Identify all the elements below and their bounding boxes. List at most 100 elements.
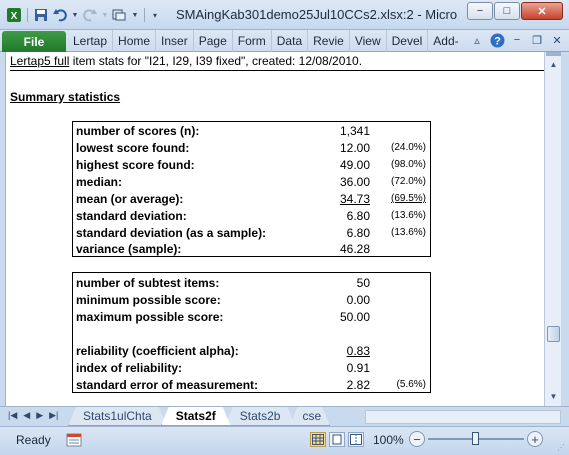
scroll-thumb[interactable] — [547, 326, 560, 342]
svg-text:X: X — [11, 11, 18, 22]
tab-developer[interactable]: Devel — [387, 30, 429, 52]
help-icon[interactable]: ? — [489, 32, 505, 48]
stat-row[interactable]: minimum possible score: 0.00 — [73, 292, 430, 309]
stat-row[interactable]: mean (or average): 34.73 (69.5%) — [73, 191, 430, 208]
prev-sheet-icon[interactable]: ◀ — [23, 410, 30, 421]
format-dropdown-icon[interactable]: ▼ — [131, 7, 139, 23]
format-icon[interactable] — [112, 7, 128, 23]
tab-add-ins[interactable]: Add-I — [428, 30, 458, 52]
undo-icon[interactable] — [52, 7, 68, 23]
sheet-tab-stats2b[interactable]: Stats2b — [225, 407, 296, 426]
stat-percent: (5.6%) — [396, 379, 426, 390]
stat-label: number of scores (n): — [76, 124, 200, 138]
stat-percent: (13.6%) — [390, 227, 426, 238]
stat-label: number of subtest items: — [76, 276, 220, 290]
zoom-out-button[interactable]: − — [409, 431, 425, 447]
window-controls: − □ ✕ — [467, 2, 563, 20]
stat-value: 12.00 — [339, 141, 370, 155]
split-handle[interactable] — [546, 52, 561, 56]
close-button[interactable]: ✕ — [521, 2, 563, 20]
stat-row[interactable]: index of reliability: 0.91 — [73, 360, 430, 377]
resize-grip-icon[interactable]: ⋰ — [557, 443, 567, 453]
scroll-down-icon[interactable]: ▼ — [546, 389, 561, 404]
sheet-tab-stats1ulchta[interactable]: Stats1ulChta — [68, 407, 167, 426]
stat-value: 36.00 — [339, 175, 370, 189]
last-sheet-icon[interactable]: ▶| — [49, 410, 58, 421]
workbook-minimize-icon[interactable]: − — [509, 32, 525, 48]
redo-icon[interactable] — [82, 7, 98, 23]
customize-qat-icon[interactable]: ▾ — [150, 7, 160, 23]
tab-page-layout[interactable]: Page — [194, 30, 233, 52]
summary-title: Summary statistics — [10, 90, 121, 104]
stat-percent: (13.6%) — [390, 210, 426, 221]
stat-row[interactable]: number of scores (n): 1,341 — [73, 123, 430, 140]
sheet-tab-stats2f[interactable]: Stats2f — [161, 407, 231, 426]
stat-value: 50.00 — [339, 310, 370, 324]
stat-row[interactable]: standard deviation (as a sample): 6.80 (… — [73, 225, 430, 242]
horizontal-scrollbar[interactable] — [365, 410, 561, 424]
stat-row[interactable]: median: 36.00 (72.0%) — [73, 174, 430, 191]
stat-row[interactable]: highest score found: 49.00 (98.0%) — [73, 157, 430, 174]
sheet-tabs-bar: |◀ ◀ ▶ ▶| Stats1ulChta Stats2f Stats2b c… — [0, 406, 569, 426]
save-icon[interactable] — [33, 7, 49, 23]
stat-label: lowest score found: — [76, 141, 190, 155]
stat-percent: (98.0%) — [390, 159, 426, 170]
stat-percent: (24.0%) — [390, 142, 426, 153]
redo-dropdown-icon[interactable]: ▼ — [101, 7, 109, 23]
stat-row[interactable]: reliability (coefficient alpha): 0.83 — [73, 343, 430, 360]
maximize-button[interactable]: □ — [494, 2, 520, 20]
tab-insert[interactable]: Inser — [156, 30, 194, 52]
next-sheet-icon[interactable]: ▶ — [36, 410, 43, 421]
tab-data[interactable]: Data — [272, 30, 309, 52]
header-text: item stats for "I21, I29, I39 fixed", cr… — [69, 54, 363, 68]
page-break-view-icon[interactable] — [348, 432, 364, 447]
normal-view-icon[interactable] — [310, 432, 326, 447]
stat-row[interactable]: lowest score found: 12.00 (24.0%) — [73, 140, 430, 157]
vertical-scrollbar[interactable]: ▲ ▼ — [544, 52, 561, 406]
header-prefix: Lertap5 full — [10, 54, 70, 68]
stat-value: 6.80 — [346, 209, 370, 223]
zoom-in-button[interactable]: + — [527, 431, 543, 447]
scroll-up-icon[interactable]: ▲ — [546, 57, 561, 72]
stat-value: 46.28 — [339, 242, 370, 256]
stat-row[interactable]: standard error of measurement: 2.82 (5.6… — [73, 377, 430, 394]
stat-value: 34.73 — [339, 192, 370, 206]
status-bar: Ready 100% − + ⋰ — [0, 426, 569, 455]
sheet-nav-buttons: |◀ ◀ ▶ ▶| — [8, 410, 58, 421]
zoom-slider-thumb[interactable] — [472, 432, 479, 445]
minimize-button[interactable]: − — [467, 2, 493, 20]
first-sheet-icon[interactable]: |◀ — [8, 410, 17, 421]
tab-review[interactable]: Revie — [308, 30, 350, 52]
sheet-tab-list: Stats1ulChta Stats2f Stats2b cse — [74, 407, 330, 427]
stat-row[interactable]: variance (sample): 46.28 — [73, 241, 430, 258]
workbook-restore-icon[interactable]: ❐ — [529, 32, 545, 48]
workbook-close-icon[interactable]: ✕ — [549, 32, 565, 48]
tab-file[interactable]: File — [2, 31, 66, 52]
stat-label: reliability (coefficient alpha): — [76, 344, 239, 358]
macro-recording-icon[interactable] — [66, 433, 82, 447]
qat-separator — [144, 8, 145, 22]
zoom-level[interactable]: 100% — [373, 433, 404, 447]
tab-formulas[interactable]: Form — [233, 30, 272, 52]
summary-box-reliability: number of subtest items: 50 minimum poss… — [72, 272, 431, 393]
stat-row[interactable]: maximum possible score: 50.00 — [73, 309, 430, 326]
page-layout-view-icon[interactable] — [329, 432, 345, 447]
stat-row[interactable]: standard deviation: 6.80 (13.6%) — [73, 208, 430, 225]
minimize-ribbon-icon[interactable]: ▵ — [469, 32, 485, 48]
worksheet[interactable]: Lertap5 full item stats for "I21, I29, I… — [5, 52, 544, 406]
stat-row[interactable]: number of subtest items: 50 — [73, 275, 430, 292]
status-ready: Ready — [16, 433, 51, 447]
header-underline — [10, 70, 544, 71]
undo-dropdown-icon[interactable]: ▼ — [71, 7, 79, 23]
tab-view[interactable]: View — [350, 30, 387, 52]
window-title: SMAingKab301demo25Jul10CCs2.xlsx:2 - Mic… — [176, 7, 458, 22]
tab-lertap[interactable]: Lertap — [68, 30, 114, 52]
tab-home[interactable]: Home — [113, 30, 157, 52]
excel-app-icon[interactable]: X — [6, 7, 22, 23]
stat-label: standard error of measurement: — [76, 378, 259, 392]
sheet-tab-cse[interactable]: cse — [289, 407, 330, 426]
stat-percent: (69.5%) — [390, 193, 426, 204]
stat-label: highest score found: — [76, 158, 195, 172]
quick-access-toolbar: X ▼ ▼ ▼ ▾ — [6, 5, 160, 25]
ribbon-tab-list: Lertap Home Inser Page Form Data Revie V… — [68, 30, 458, 52]
